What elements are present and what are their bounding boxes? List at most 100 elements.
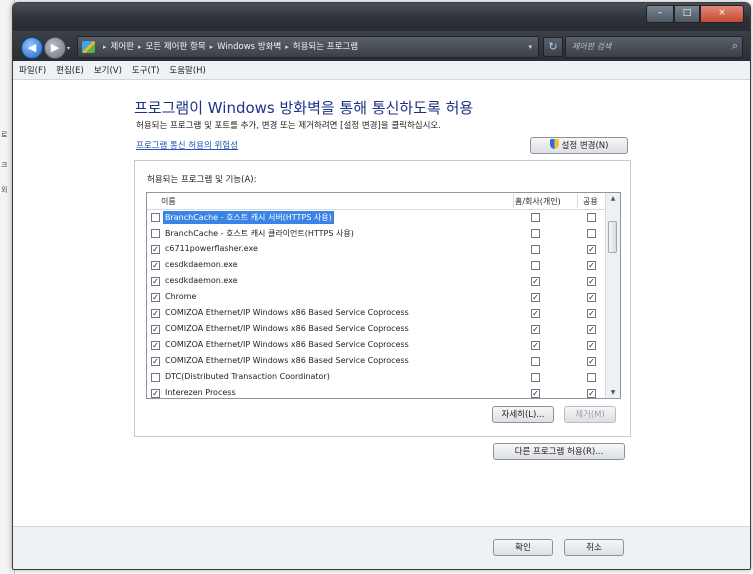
public-checkbox[interactable] [587, 373, 596, 382]
menu-edit[interactable]: 편집(E) [56, 64, 84, 76]
program-enabled-checkbox[interactable]: ✓ [151, 261, 160, 270]
home-work-checkbox[interactable] [531, 261, 540, 270]
program-enabled-checkbox[interactable]: ✓ [151, 277, 160, 286]
recent-pages-dropdown-icon[interactable]: ▾ [67, 45, 70, 52]
home-work-checkbox[interactable]: ✓ [531, 277, 540, 286]
allowed-programs-list[interactable]: 이름 홈/회사(개인) 공용 BranchCache - 호스트 캐시 서버(H… [146, 192, 621, 399]
breadcrumb-all-items[interactable]: 모든 제어판 항목 [146, 42, 206, 52]
program-enabled-checkbox[interactable]: ✓ [151, 309, 160, 318]
home-work-checkbox[interactable]: ✓ [531, 293, 540, 302]
column-header-name[interactable]: 이름 [161, 196, 176, 207]
list-item[interactable]: ✓ cesdkdaemon.exe ✓ [147, 258, 606, 274]
program-name: cesdkdaemon.exe [165, 260, 238, 269]
breadcrumb-control-panel[interactable]: 제어판 [111, 42, 134, 52]
scroll-down-icon[interactable]: ▼ [606, 389, 620, 396]
public-checkbox[interactable]: ✓ [587, 245, 596, 254]
address-bar[interactable]: ▸ 제어판 ▸ 모든 제어판 항목 ▸ Windows 방화벽 ▸ 허용되는 프로그램 ▾ [77, 36, 539, 58]
program-name: DTC(Distributed Transaction Coordinator) [165, 372, 330, 381]
public-checkbox[interactable]: ✓ [587, 357, 596, 366]
list-item[interactable]: ✓ Chrome ✓ ✓ [147, 290, 606, 306]
home-work-checkbox[interactable] [531, 229, 540, 238]
navigation-bar: ◀ ▶ ▾ ▸ 제어판 ▸ 모든 제어판 항목 ▸ Windows 방화벽 ▸ 허용되는 프로… [13, 31, 750, 61]
address-dropdown-icon[interactable]: ▾ [528, 37, 532, 57]
minimize-button[interactable]: – [646, 5, 674, 23]
home-work-checkbox[interactable]: ✓ [531, 325, 540, 334]
ok-button[interactable]: 확인 [493, 539, 553, 556]
list-item[interactable]: BranchCache - 호스트 캐시 서버(HTTPS 사용) [147, 210, 606, 226]
scroll-up-icon[interactable]: ▲ [606, 195, 620, 202]
window-controls: – □ × [646, 5, 744, 23]
program-enabled-checkbox[interactable]: ✓ [151, 357, 160, 366]
home-work-checkbox[interactable] [531, 213, 540, 222]
public-checkbox[interactable]: ✓ [587, 277, 596, 286]
column-header-home[interactable]: 홈/회사(개인) [515, 196, 561, 207]
public-checkbox[interactable]: ✓ [587, 309, 596, 318]
menu-help[interactable]: 도움말(H) [169, 64, 205, 76]
program-enabled-checkbox[interactable] [151, 229, 160, 238]
search-box: ⌕ [565, 36, 743, 58]
firewall-allowed-programs-window: – □ × ◀ ▶ ▾ ▸ 제어판 ▸ 모든 제어판 항목 ▸ Windows 방화벽 ▸ 허… [12, 2, 751, 570]
menu-file[interactable]: 파일(F) [19, 64, 46, 76]
menu-tools[interactable]: 도구(T) [132, 64, 159, 76]
list-item[interactable]: DTC(Distributed Transaction Coordinator) [147, 370, 606, 386]
cancel-button[interactable]: 취소 [564, 539, 624, 556]
title-bar[interactable]: – □ × [13, 3, 750, 31]
program-name: COMIZOA Ethernet/IP Windows x86 Based Se… [165, 324, 409, 333]
public-checkbox[interactable] [587, 229, 596, 238]
program-enabled-checkbox[interactable] [151, 213, 160, 222]
page-description: 허용되는 프로그램 및 포트를 추가, 변경 또는 제거하려면 [설정 변경]을… [136, 121, 441, 131]
home-work-checkbox[interactable] [531, 245, 540, 254]
list-item[interactable]: ✓ COMIZOA Ethernet/IP Windows x86 Based S… [147, 322, 606, 338]
home-work-checkbox[interactable] [531, 357, 540, 366]
program-enabled-checkbox[interactable]: ✓ [151, 325, 160, 334]
list-item[interactable]: ✓ COMIZOA Ethernet/IP Windows x86 Based S… [147, 306, 606, 322]
list-item[interactable]: ✓ c6711powerflasher.exe ✓ [147, 242, 606, 258]
list-scrollbar[interactable]: ▲ ▼ [605, 193, 620, 398]
search-icon[interactable]: ⌕ [732, 39, 738, 53]
maximize-button[interactable]: □ [674, 5, 700, 23]
program-name: c6711powerflasher.exe [165, 244, 258, 253]
home-work-checkbox[interactable]: ✓ [531, 341, 540, 350]
refresh-icon[interactable]: ↻ [543, 37, 563, 57]
breadcrumb-windows-firewall[interactable]: Windows 방화벽 [217, 42, 281, 52]
program-enabled-checkbox[interactable]: ✓ [151, 389, 160, 398]
scrollbar-thumb[interactable] [608, 221, 617, 253]
remove-button[interactable]: 제거(M) [564, 406, 616, 423]
program-name: COMIZOA Ethernet/IP Windows x86 Based Se… [165, 308, 409, 317]
list-item[interactable]: ✓ Interezen Process ✓ ✓ [147, 386, 606, 398]
public-checkbox[interactable]: ✓ [587, 341, 596, 350]
public-checkbox[interactable]: ✓ [587, 261, 596, 270]
program-enabled-checkbox[interactable] [151, 373, 160, 382]
program-enabled-checkbox[interactable]: ✓ [151, 245, 160, 254]
home-work-checkbox[interactable]: ✓ [531, 309, 540, 318]
close-button[interactable]: × [700, 5, 744, 23]
uac-shield-icon [549, 139, 559, 149]
back-arrow-icon[interactable]: ◀ [21, 37, 43, 59]
control-panel-icon [82, 41, 95, 53]
list-item[interactable]: BranchCache - 호스트 캐시 클라이언트(HTTPS 사용) [147, 226, 606, 242]
program-name: COMIZOA Ethernet/IP Windows x86 Based Se… [165, 356, 409, 365]
list-item[interactable]: ✓ cesdkdaemon.exe ✓ ✓ [147, 274, 606, 290]
main-content: 프로그램이 Windows 방화벽을 통해 통신하도록 허용 허용되는 프로그램… [13, 80, 750, 527]
allow-another-program-button[interactable]: 다른 프로그램 허용(R)... [493, 443, 625, 460]
breadcrumb-allowed-programs[interactable]: 허용되는 프로그램 [293, 42, 358, 52]
list-item[interactable]: ✓ COMIZOA Ethernet/IP Windows x86 Based S… [147, 354, 606, 370]
dialog-footer: 확인 취소 [13, 526, 750, 569]
forward-arrow-icon[interactable]: ▶ [44, 37, 66, 59]
public-checkbox[interactable] [587, 213, 596, 222]
program-enabled-checkbox[interactable]: ✓ [151, 341, 160, 350]
program-name: BranchCache - 호스트 캐시 서버(HTTPS 사용) [163, 211, 334, 224]
menu-view[interactable]: 보기(V) [94, 64, 122, 76]
home-work-checkbox[interactable]: ✓ [531, 389, 540, 398]
details-button[interactable]: 자세히(L)... [492, 406, 554, 423]
public-checkbox[interactable]: ✓ [587, 293, 596, 302]
program-enabled-checkbox[interactable]: ✓ [151, 293, 160, 302]
column-header-public[interactable]: 공용 [583, 196, 598, 207]
change-settings-button[interactable]: 설정 변경(N) [530, 137, 628, 154]
search-input[interactable] [572, 39, 722, 54]
list-item[interactable]: ✓ COMIZOA Ethernet/IP Windows x86 Based S… [147, 338, 606, 354]
public-checkbox[interactable]: ✓ [587, 325, 596, 334]
public-checkbox[interactable]: ✓ [587, 389, 596, 398]
home-work-checkbox[interactable] [531, 373, 540, 382]
risk-info-link[interactable]: 프로그램 통신 허용의 위험성 [136, 139, 238, 151]
